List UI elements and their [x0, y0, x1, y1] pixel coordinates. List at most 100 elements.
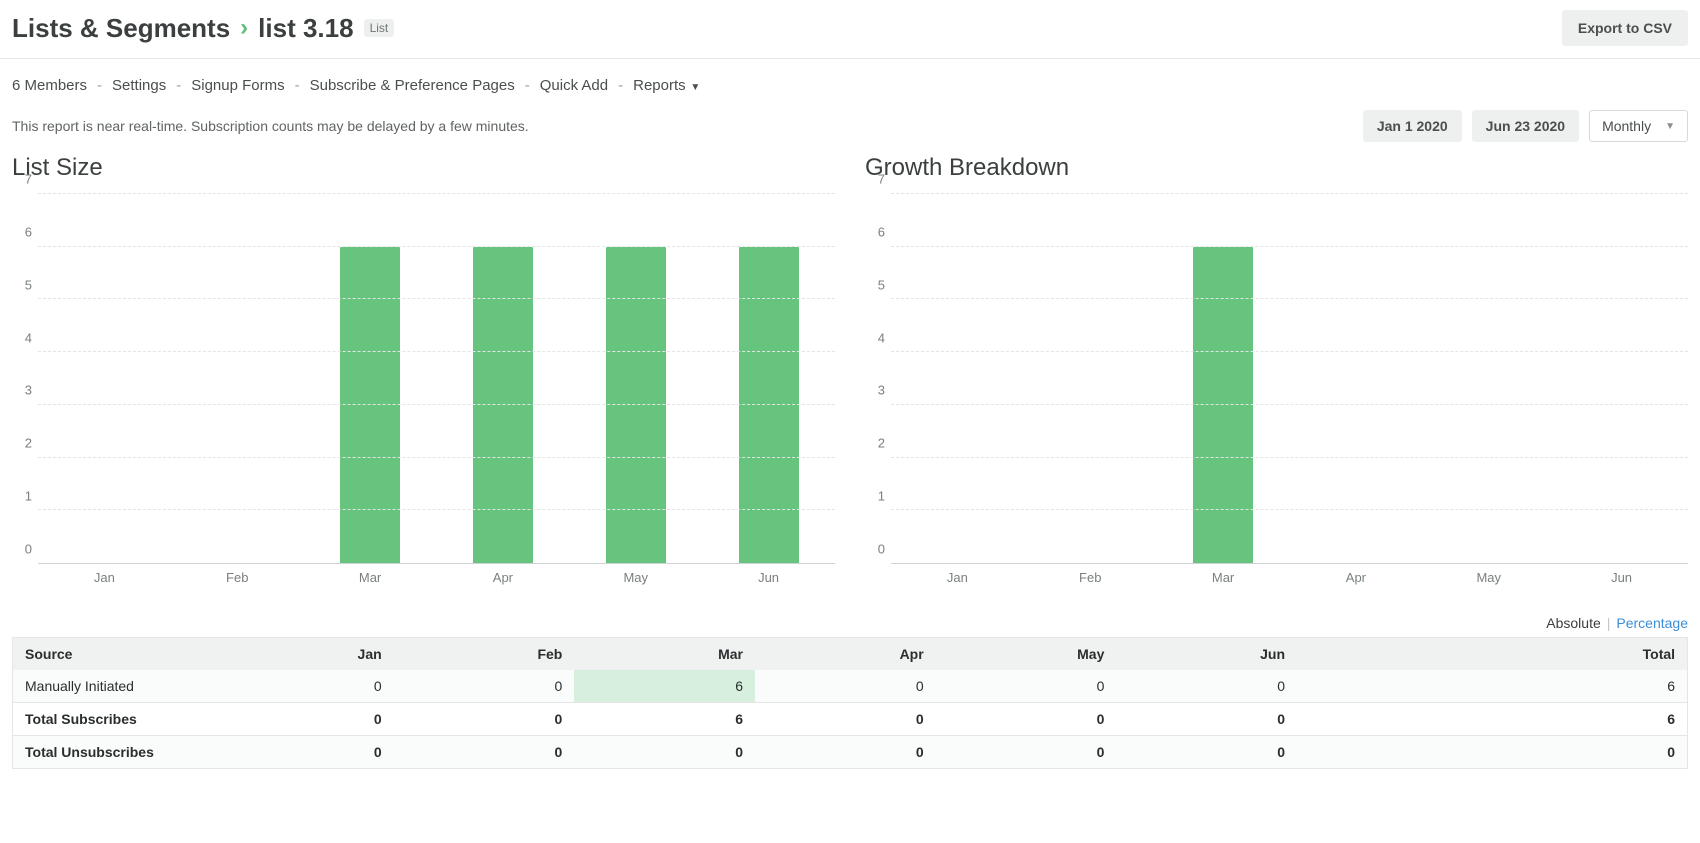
growth-table: SourceJanFebMarAprMayJunTotal Manually I… — [12, 637, 1688, 769]
table-cell: 0 — [213, 703, 394, 735]
y-axis-tick: 1 — [878, 489, 885, 504]
y-axis-tick: 2 — [25, 436, 32, 451]
x-axis-tick: Apr — [436, 570, 569, 585]
y-axis-tick: 3 — [25, 383, 32, 398]
x-axis-tick: Feb — [1024, 570, 1157, 585]
chart-title-list-size: List Size — [12, 154, 835, 182]
toggle-separator: | — [1607, 615, 1611, 631]
table-column-header: Jan — [213, 638, 394, 670]
y-axis-tick: 6 — [878, 224, 885, 239]
date-start-button[interactable]: Jan 1 2020 — [1363, 110, 1462, 142]
date-end-button[interactable]: Jun 23 2020 — [1472, 110, 1579, 142]
realtime-note: This report is near real-time. Subscript… — [12, 118, 529, 134]
table-cell: 0 — [1116, 736, 1297, 768]
subnav-quick-add[interactable]: Quick Add — [540, 77, 608, 94]
table-cell: 6 — [574, 703, 755, 735]
table-cell: 0 — [574, 736, 755, 768]
table-column-header: Mar — [574, 638, 755, 670]
table-column-header: May — [936, 638, 1117, 670]
x-axis-tick: Jun — [1555, 570, 1688, 585]
x-axis-tick: May — [1422, 570, 1555, 585]
table-cell: 0 — [936, 670, 1117, 702]
table-cell: 0 — [936, 703, 1117, 735]
x-axis-tick: May — [569, 570, 702, 585]
table-cell: 0 — [936, 736, 1117, 768]
table-cell-total: 6 — [1297, 703, 1687, 735]
table-cell: 0 — [394, 703, 575, 735]
nav-separator: - — [618, 77, 623, 94]
x-axis-tick: Jan — [38, 570, 171, 585]
y-axis-tick: 5 — [878, 277, 885, 292]
y-axis-tick: 3 — [878, 383, 885, 398]
x-axis-tick: Apr — [1289, 570, 1422, 585]
x-axis-tick: Jun — [702, 570, 835, 585]
nav-separator: - — [97, 77, 102, 94]
chart-title-growth: Growth Breakdown — [865, 154, 1688, 182]
table-column-header: Feb — [394, 638, 575, 670]
y-axis-tick: 7 — [25, 172, 32, 187]
table-cell: 0 — [755, 703, 936, 735]
toggle-percentage[interactable]: Percentage — [1616, 615, 1688, 631]
period-selected-label: Monthly — [1602, 118, 1651, 134]
nav-separator: - — [295, 77, 300, 94]
breadcrumb-current: list 3.18 — [258, 13, 353, 44]
y-axis-tick: 7 — [878, 172, 885, 187]
table-row: Total Unsubscribes0000000 — [13, 735, 1687, 768]
bar — [340, 247, 400, 563]
table-cell-total: 0 — [1297, 736, 1687, 768]
list-type-badge: List — [364, 19, 395, 37]
nav-separator: - — [525, 77, 530, 94]
export-csv-button[interactable]: Export to CSV — [1562, 10, 1688, 46]
table-column-header: Source — [13, 638, 213, 670]
table-column-header: Jun — [1116, 638, 1297, 670]
bar — [1193, 247, 1253, 563]
nav-separator: - — [176, 77, 181, 94]
subnav-members[interactable]: 6 Members — [12, 77, 87, 94]
caret-down-icon: ▼ — [688, 82, 701, 93]
y-axis-tick: 0 — [878, 542, 885, 557]
subnav: 6 Members - Settings - Signup Forms - Su… — [0, 59, 1700, 102]
table-cell: 0 — [394, 736, 575, 768]
period-select[interactable]: Monthly ▼ — [1589, 110, 1688, 142]
table-column-header: Apr — [755, 638, 936, 670]
x-axis-tick: Feb — [171, 570, 304, 585]
x-axis-tick: Jan — [891, 570, 1024, 585]
bar — [473, 247, 533, 563]
y-axis-tick: 4 — [25, 330, 32, 345]
table-cell: 0 — [755, 670, 936, 702]
subnav-signup-forms[interactable]: Signup Forms — [191, 77, 284, 94]
bar — [739, 247, 799, 563]
row-label: Manually Initiated — [13, 670, 213, 702]
table-row: Total Subscribes0060006 — [13, 702, 1687, 735]
table-cell: 0 — [1116, 703, 1297, 735]
subnav-subscribe-pages[interactable]: Subscribe & Preference Pages — [310, 77, 515, 94]
caret-down-icon: ▼ — [1665, 121, 1675, 132]
table-cell: 0 — [213, 736, 394, 768]
table-cell: 6 — [574, 670, 755, 702]
table-cell: 0 — [213, 670, 394, 702]
table-cell-total: 6 — [1297, 670, 1687, 702]
subnav-reports[interactable]: Reports ▼ — [633, 77, 700, 94]
list-size-chart: List Size 0 1 2 3 4 5 6 7 JanFebMarAprMayJun — [12, 154, 835, 585]
table-cell: 0 — [394, 670, 575, 702]
breadcrumb-root[interactable]: Lists & Segments — [12, 13, 230, 44]
row-label: Total Subscribes — [13, 703, 213, 735]
table-row: Manually Initiated0060006 — [13, 670, 1687, 702]
chevron-right-icon: › — [240, 14, 248, 42]
x-axis-tick: Mar — [1157, 570, 1290, 585]
x-axis-tick: Mar — [304, 570, 437, 585]
row-label: Total Unsubscribes — [13, 736, 213, 768]
toggle-absolute[interactable]: Absolute — [1546, 615, 1600, 631]
y-axis-tick: 5 — [25, 277, 32, 292]
table-cell: 0 — [1116, 670, 1297, 702]
y-axis-tick: 4 — [878, 330, 885, 345]
y-axis-tick: 0 — [25, 542, 32, 557]
bar — [606, 247, 666, 563]
growth-breakdown-chart: Growth Breakdown 0 1 2 3 4 5 6 7 JanFebMarAprMa… — [865, 154, 1688, 585]
table-column-header: Total — [1297, 638, 1687, 670]
subnav-settings[interactable]: Settings — [112, 77, 166, 94]
y-axis-tick: 1 — [25, 489, 32, 504]
table-cell: 0 — [755, 736, 936, 768]
y-axis-tick: 2 — [878, 436, 885, 451]
y-axis-tick: 6 — [25, 224, 32, 239]
